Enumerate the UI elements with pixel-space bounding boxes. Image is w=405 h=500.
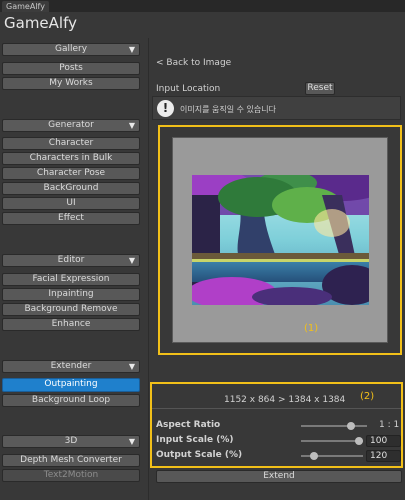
3d-header-label: 3D [64,436,78,446]
size-conversion-text: 1152 x 864 > 1384 x 1384 [224,395,346,405]
extender-header-label: Extender [50,361,92,371]
dropdown-arrow-icon: ▼ [128,121,135,130]
info-box: ! 이미지를 움직일 수 있습니다 [152,96,401,120]
input-scale-field[interactable]: 100 [366,435,401,447]
output-scale-label: Output Scale (%) [156,450,243,460]
sidebar-item-text2motion: Text2Motion [2,469,140,482]
input-location-label: Input Location [156,84,221,94]
sidebar-item-background-loop[interactable]: Background Loop [2,394,140,407]
generator-header[interactable]: Generator ▼ [2,119,140,132]
extender-header[interactable]: Extender ▼ [2,360,140,373]
input-scale-label: Input Scale (%) [156,435,234,445]
generator-header-label: Generator [48,120,94,130]
sidebar-item-background-remove[interactable]: Background Remove [2,303,140,316]
canvas-marker-label: (1) [304,323,319,334]
gallery-header-label: Gallery [54,44,88,54]
warning-icon: ! [157,100,174,117]
input-image[interactable] [192,175,369,305]
aspect-ratio-value: 1 : 1 [379,420,400,430]
back-to-image-link[interactable]: < Back to Image [156,58,231,68]
aspect-ratio-label: Aspect Ratio [156,420,221,430]
sidebar-item-facial-expression[interactable]: Facial Expression [2,273,140,286]
reset-button[interactable]: Reset [305,82,335,95]
aspect-ratio-slider-track[interactable] [301,425,367,427]
editor-header[interactable]: Editor ▼ [2,254,140,267]
sidebar-item-my-works[interactable]: My Works [2,77,140,90]
editor-header-label: Editor [57,255,85,265]
input-scale-slider-knob[interactable] [355,437,363,445]
dropdown-arrow-icon: ▼ [128,256,135,265]
sidebar-item-ui[interactable]: UI [2,197,140,210]
settings-marker-label: (2) [360,391,375,402]
settings-separator [152,408,401,409]
settings-highlight-box: (2) 1152 x 864 > 1384 x 1384 Aspect Rati… [150,382,403,468]
output-canvas[interactable] [172,137,388,343]
sidebar-item-depth-mesh-converter[interactable]: Depth Mesh Converter [2,454,140,467]
dropdown-arrow-icon: ▼ [128,45,135,54]
sidebar-item-character[interactable]: Character [2,137,140,150]
sidebar-item-posts[interactable]: Posts [2,62,140,75]
sidebar-item-enhance[interactable]: Enhance [2,318,140,331]
input-scale-slider-track[interactable] [301,440,363,442]
dropdown-arrow-icon: ▼ [128,437,135,446]
aspect-ratio-slider-knob[interactable] [347,422,355,430]
extend-button[interactable]: Extend [156,470,402,483]
sidebar-item-background[interactable]: BackGround [2,182,140,195]
sidebar-item-characters-in-bulk[interactable]: Characters in Bulk [2,152,140,165]
sidebar-item-character-pose[interactable]: Character Pose [2,167,140,180]
dropdown-arrow-icon: ▼ [128,362,135,371]
gallery-header[interactable]: Gallery ▼ [2,43,140,56]
sidebar-item-outpainting[interactable]: Outpainting [2,378,140,392]
sidebar-item-inpainting[interactable]: Inpainting [2,288,140,301]
window-tab[interactable]: GameAlfy [2,1,49,12]
output-scale-field[interactable]: 120 [366,450,401,462]
canvas-highlight-box: (1) [158,125,402,355]
output-scale-slider-knob[interactable] [310,452,318,460]
sidebar-item-effect[interactable]: Effect [2,212,140,225]
panel-divider [148,38,149,500]
app-title: GameAlfy [4,14,77,32]
info-message: 이미지를 움직일 수 있습니다 [180,105,276,114]
window-tab-bar [0,0,405,12]
3d-header[interactable]: 3D ▼ [2,435,140,448]
